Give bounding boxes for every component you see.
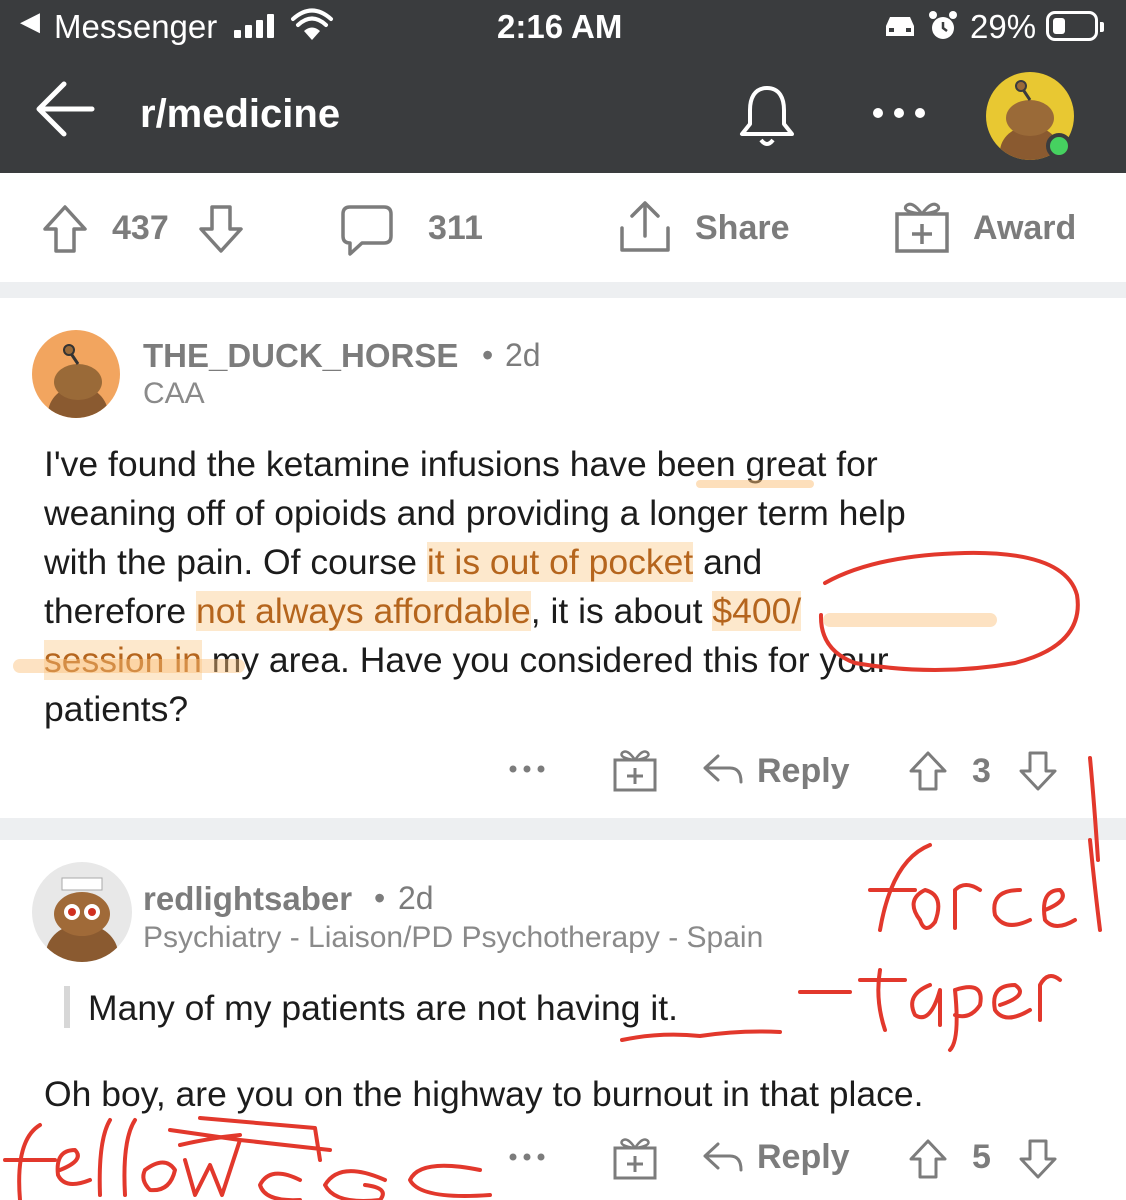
online-status-dot [1046, 133, 1072, 159]
comment-icon[interactable] [340, 204, 394, 256]
award-icon[interactable] [894, 200, 950, 254]
commenter-avatar[interactable] [32, 330, 120, 418]
car-icon [886, 17, 914, 36]
downvote-icon[interactable] [198, 204, 244, 254]
signal-icon [234, 14, 278, 40]
ink-annotations [3, 756, 1102, 1200]
status-time: 2:16 AM [497, 8, 623, 45]
user-flair: CAA [143, 377, 205, 410]
award-button[interactable]: Award [973, 209, 1076, 248]
share-icon[interactable] [618, 200, 672, 254]
battery-icon [1046, 11, 1104, 41]
comment-age: 2d [505, 337, 541, 373]
comment-count[interactable]: 311 [428, 209, 483, 248]
app-header: ◀ Messenger 2:16 AM 29% r/medicine [0, 0, 1126, 173]
back-caret-icon[interactable]: ◀ [20, 6, 40, 37]
subreddit-title: r/medicine [140, 92, 341, 136]
highlighter-marks [13, 480, 997, 673]
post-score: 437 [112, 209, 169, 247]
share-button[interactable]: Share [695, 209, 790, 248]
dot-separator: • [482, 337, 494, 373]
battery-percent: 29% [970, 8, 1037, 45]
status-back-app[interactable]: Messenger [54, 8, 217, 46]
more-options-icon[interactable] [872, 106, 926, 120]
alarm-icon [929, 11, 957, 39]
bell-icon[interactable] [736, 82, 798, 150]
wifi-icon [291, 8, 333, 40]
section-divider [0, 282, 1126, 298]
upvote-icon[interactable] [42, 204, 88, 254]
back-arrow-icon[interactable] [34, 78, 96, 140]
comment-username[interactable]: THE_DUCK_HORSE [143, 337, 458, 375]
